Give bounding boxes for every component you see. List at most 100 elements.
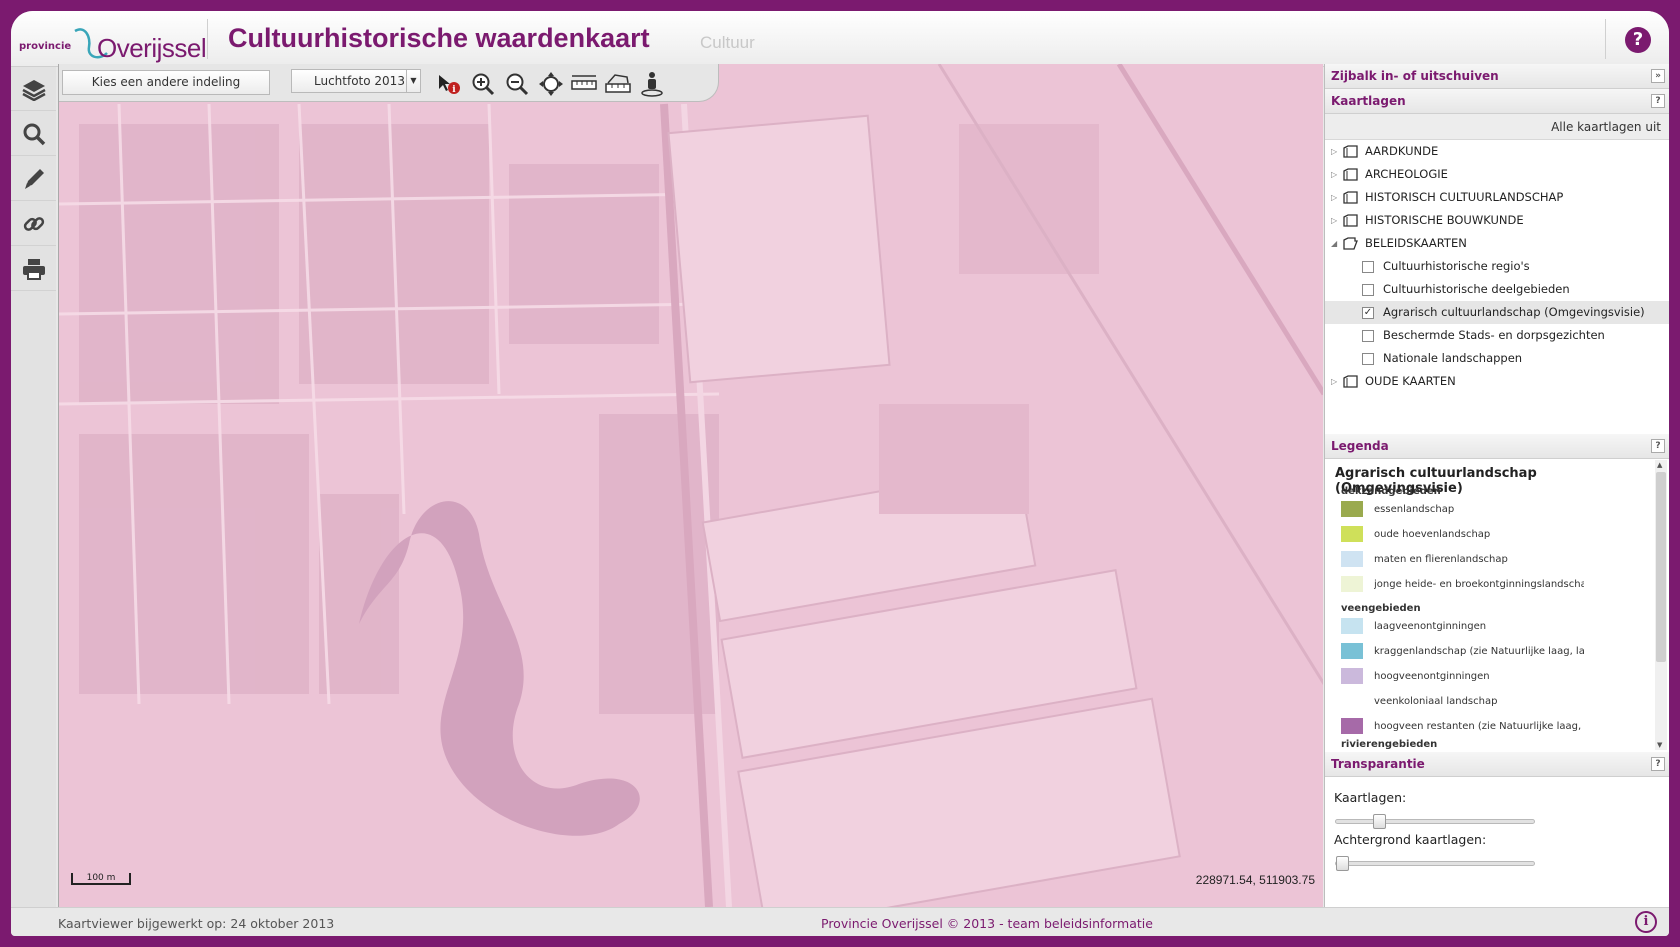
legend-label: laagveenontginningen xyxy=(1374,621,1487,632)
kaartlagen-transparency-slider[interactable] xyxy=(1335,814,1535,829)
double-chevron-right-icon[interactable]: » xyxy=(1651,69,1665,83)
layers-button[interactable] xyxy=(11,67,56,111)
layer-item[interactable]: Nationale landschappen xyxy=(1325,347,1669,370)
legend-swatch xyxy=(1341,643,1363,659)
layer-group-archeologie[interactable]: ▷ ARCHEOLOGIE xyxy=(1325,163,1669,186)
expand-icon[interactable]: ▷ xyxy=(1331,140,1337,163)
expand-icon[interactable]: ▷ xyxy=(1331,186,1337,209)
legend-label: oude hoevenlandschap xyxy=(1374,529,1491,540)
header-divider-right xyxy=(1605,19,1606,59)
map-toolbar: Kies een andere indeling Luchtfoto 2013 … xyxy=(59,64,719,102)
copyright-text: Provincie Overijssel © 2013 - team belei… xyxy=(821,916,1153,931)
layer-group-label: BELEIDSKAARTEN xyxy=(1365,236,1467,250)
legend-label: veenkoloniaal landschap xyxy=(1374,696,1498,707)
kaartlagen-help-icon[interactable]: ? xyxy=(1651,94,1665,108)
layer-checkbox[interactable] xyxy=(1362,261,1374,273)
pan-icon xyxy=(539,72,563,96)
page-subtitle: Cultuur xyxy=(700,33,755,52)
logo-name-text: Overijssel xyxy=(97,33,207,63)
layer-group-label: HISTORISCHE BOUWKUNDE xyxy=(1365,213,1524,227)
all-layers-off-button[interactable]: Alle kaartlagen uit xyxy=(1325,114,1669,140)
footer: Kaartviewer bijgewerkt op: 24 oktober 20… xyxy=(11,907,1669,936)
legend-swatch xyxy=(1341,526,1363,542)
link-button[interactable] xyxy=(11,202,56,246)
scroll-up-icon[interactable]: ▲ xyxy=(1657,461,1662,469)
zoom-in-button[interactable] xyxy=(470,72,496,96)
layer-group-historische-bouwkunde[interactable]: ▷ HISTORISCHE BOUWKUNDE xyxy=(1325,209,1669,232)
pan-button[interactable] xyxy=(538,72,564,96)
layer-group-beleidskaarten[interactable]: ◢ BELEIDSKAARTEN xyxy=(1325,232,1669,255)
layer-group-label: ARCHEOLOGIE xyxy=(1365,167,1448,181)
measure-distance-button[interactable] xyxy=(571,72,597,96)
legend-label: essenlandschap xyxy=(1374,504,1455,515)
info-icon: i xyxy=(439,75,460,95)
layer-label: Agrarisch cultuurlandschap (Omgevingsvis… xyxy=(1383,305,1645,319)
updated-text: Kaartviewer bijgewerkt op: 24 oktober 20… xyxy=(58,916,335,931)
measure-area-button[interactable] xyxy=(605,72,631,96)
transparantie-help-icon[interactable]: ? xyxy=(1651,757,1665,771)
layer-checkbox[interactable] xyxy=(1362,284,1374,296)
search-button[interactable] xyxy=(11,112,56,156)
expand-icon[interactable]: ▷ xyxy=(1331,163,1337,186)
folder-icon xyxy=(1343,375,1358,388)
kaartlagen-transparency-label: Kaartlagen: xyxy=(1334,790,1407,805)
info-icon[interactable]: i xyxy=(1635,911,1657,933)
layer-item[interactable]: Cultuurhistorische regio's xyxy=(1325,255,1669,278)
draw-button[interactable] xyxy=(11,157,56,201)
achtergrond-transparency-slider[interactable] xyxy=(1335,856,1535,871)
layer-group-historisch-cultuurlandschap[interactable]: ▷ HISTORISCH CULTUURLANDSCHAP xyxy=(1325,186,1669,209)
layer-item[interactable]: Beschermde Stads- en dorpsgezichten xyxy=(1325,324,1669,347)
kaartlagen-header: Kaartlagen ? xyxy=(1325,89,1669,114)
measure-distance-icon xyxy=(571,75,597,90)
legend-swatch xyxy=(1341,693,1363,709)
change-layout-button[interactable]: Kies een andere indeling xyxy=(62,70,270,95)
map-view[interactable]: Kies een andere indeling Luchtfoto 2013 … xyxy=(58,64,1323,907)
legend-scrollbar[interactable]: ▲ ▼ xyxy=(1655,460,1667,750)
expand-icon[interactable]: ▷ xyxy=(1331,370,1337,393)
print-button[interactable] xyxy=(11,247,56,291)
background-select[interactable]: Luchtfoto 2013 ▼ xyxy=(291,69,421,93)
layer-checkbox[interactable] xyxy=(1362,353,1374,365)
link-icon xyxy=(23,216,44,231)
achtergrond-transparency-label: Achtergrond kaartlagen: xyxy=(1334,832,1487,847)
folder-icon xyxy=(1343,145,1358,158)
layer-group-label: OUDE KAARTEN xyxy=(1365,374,1456,388)
help-button[interactable]: ? xyxy=(1625,27,1651,53)
collapse-icon[interactable]: ◢ xyxy=(1331,232,1337,255)
left-toolbar xyxy=(11,67,56,907)
logo[interactable]: provincie Overijssel xyxy=(19,19,207,63)
slider-knob[interactable] xyxy=(1336,856,1349,871)
layer-item-selected[interactable]: ✓ Agrarisch cultuurlandschap (Omgevingsv… xyxy=(1325,301,1669,324)
coordinates-readout: 228971.54, 511903.75 xyxy=(1195,873,1315,887)
info-tool-button[interactable]: i xyxy=(436,72,462,96)
aerial-photo xyxy=(59,64,1323,907)
page-title: Cultuurhistorische waardenkaart xyxy=(228,23,650,53)
legend-group-title: veengebieden xyxy=(1341,603,1421,614)
layer-label: Cultuurhistorische regio's xyxy=(1383,259,1530,273)
legend-label: hoogveen restanten (zie Natuurlijke laag… xyxy=(1374,721,1582,732)
layer-checkbox-checked[interactable]: ✓ xyxy=(1362,307,1374,319)
chevron-down-icon: ▼ xyxy=(406,70,420,92)
sidebar-toggle-header[interactable]: Zijbalk in- of uitschuiven » xyxy=(1325,64,1669,89)
scroll-down-icon[interactable]: ▼ xyxy=(1657,741,1662,749)
scale-bar: 100 m xyxy=(71,873,131,885)
legend-swatch xyxy=(1341,501,1363,517)
legend-group-title: rivierengebieden xyxy=(1341,739,1438,750)
legend-swatch xyxy=(1341,668,1363,684)
folder-open-icon xyxy=(1343,237,1358,250)
streetview-button[interactable] xyxy=(639,72,665,97)
slider-knob[interactable] xyxy=(1373,814,1386,829)
layer-group-aardkunde[interactable]: ▷ AARDKUNDE xyxy=(1325,140,1669,163)
expand-icon[interactable]: ▷ xyxy=(1331,209,1337,232)
legend-label: maten en flierenlandschap xyxy=(1374,554,1508,565)
zoom-out-icon xyxy=(506,73,529,96)
layer-checkbox[interactable] xyxy=(1362,330,1374,342)
scrollbar-thumb[interactable] xyxy=(1656,472,1666,662)
layer-item[interactable]: Cultuurhistorische deelgebieden xyxy=(1325,278,1669,301)
legend-label: jonge heide- en broekontginningslandscha… xyxy=(1374,579,1584,590)
layer-label: Cultuurhistorische deelgebieden xyxy=(1383,282,1570,296)
layer-group-oude-kaarten[interactable]: ▷ OUDE KAARTEN xyxy=(1325,370,1669,393)
zoom-out-button[interactable] xyxy=(504,72,530,96)
legenda-help-icon[interactable]: ? xyxy=(1651,439,1665,453)
folder-icon xyxy=(1343,191,1358,204)
